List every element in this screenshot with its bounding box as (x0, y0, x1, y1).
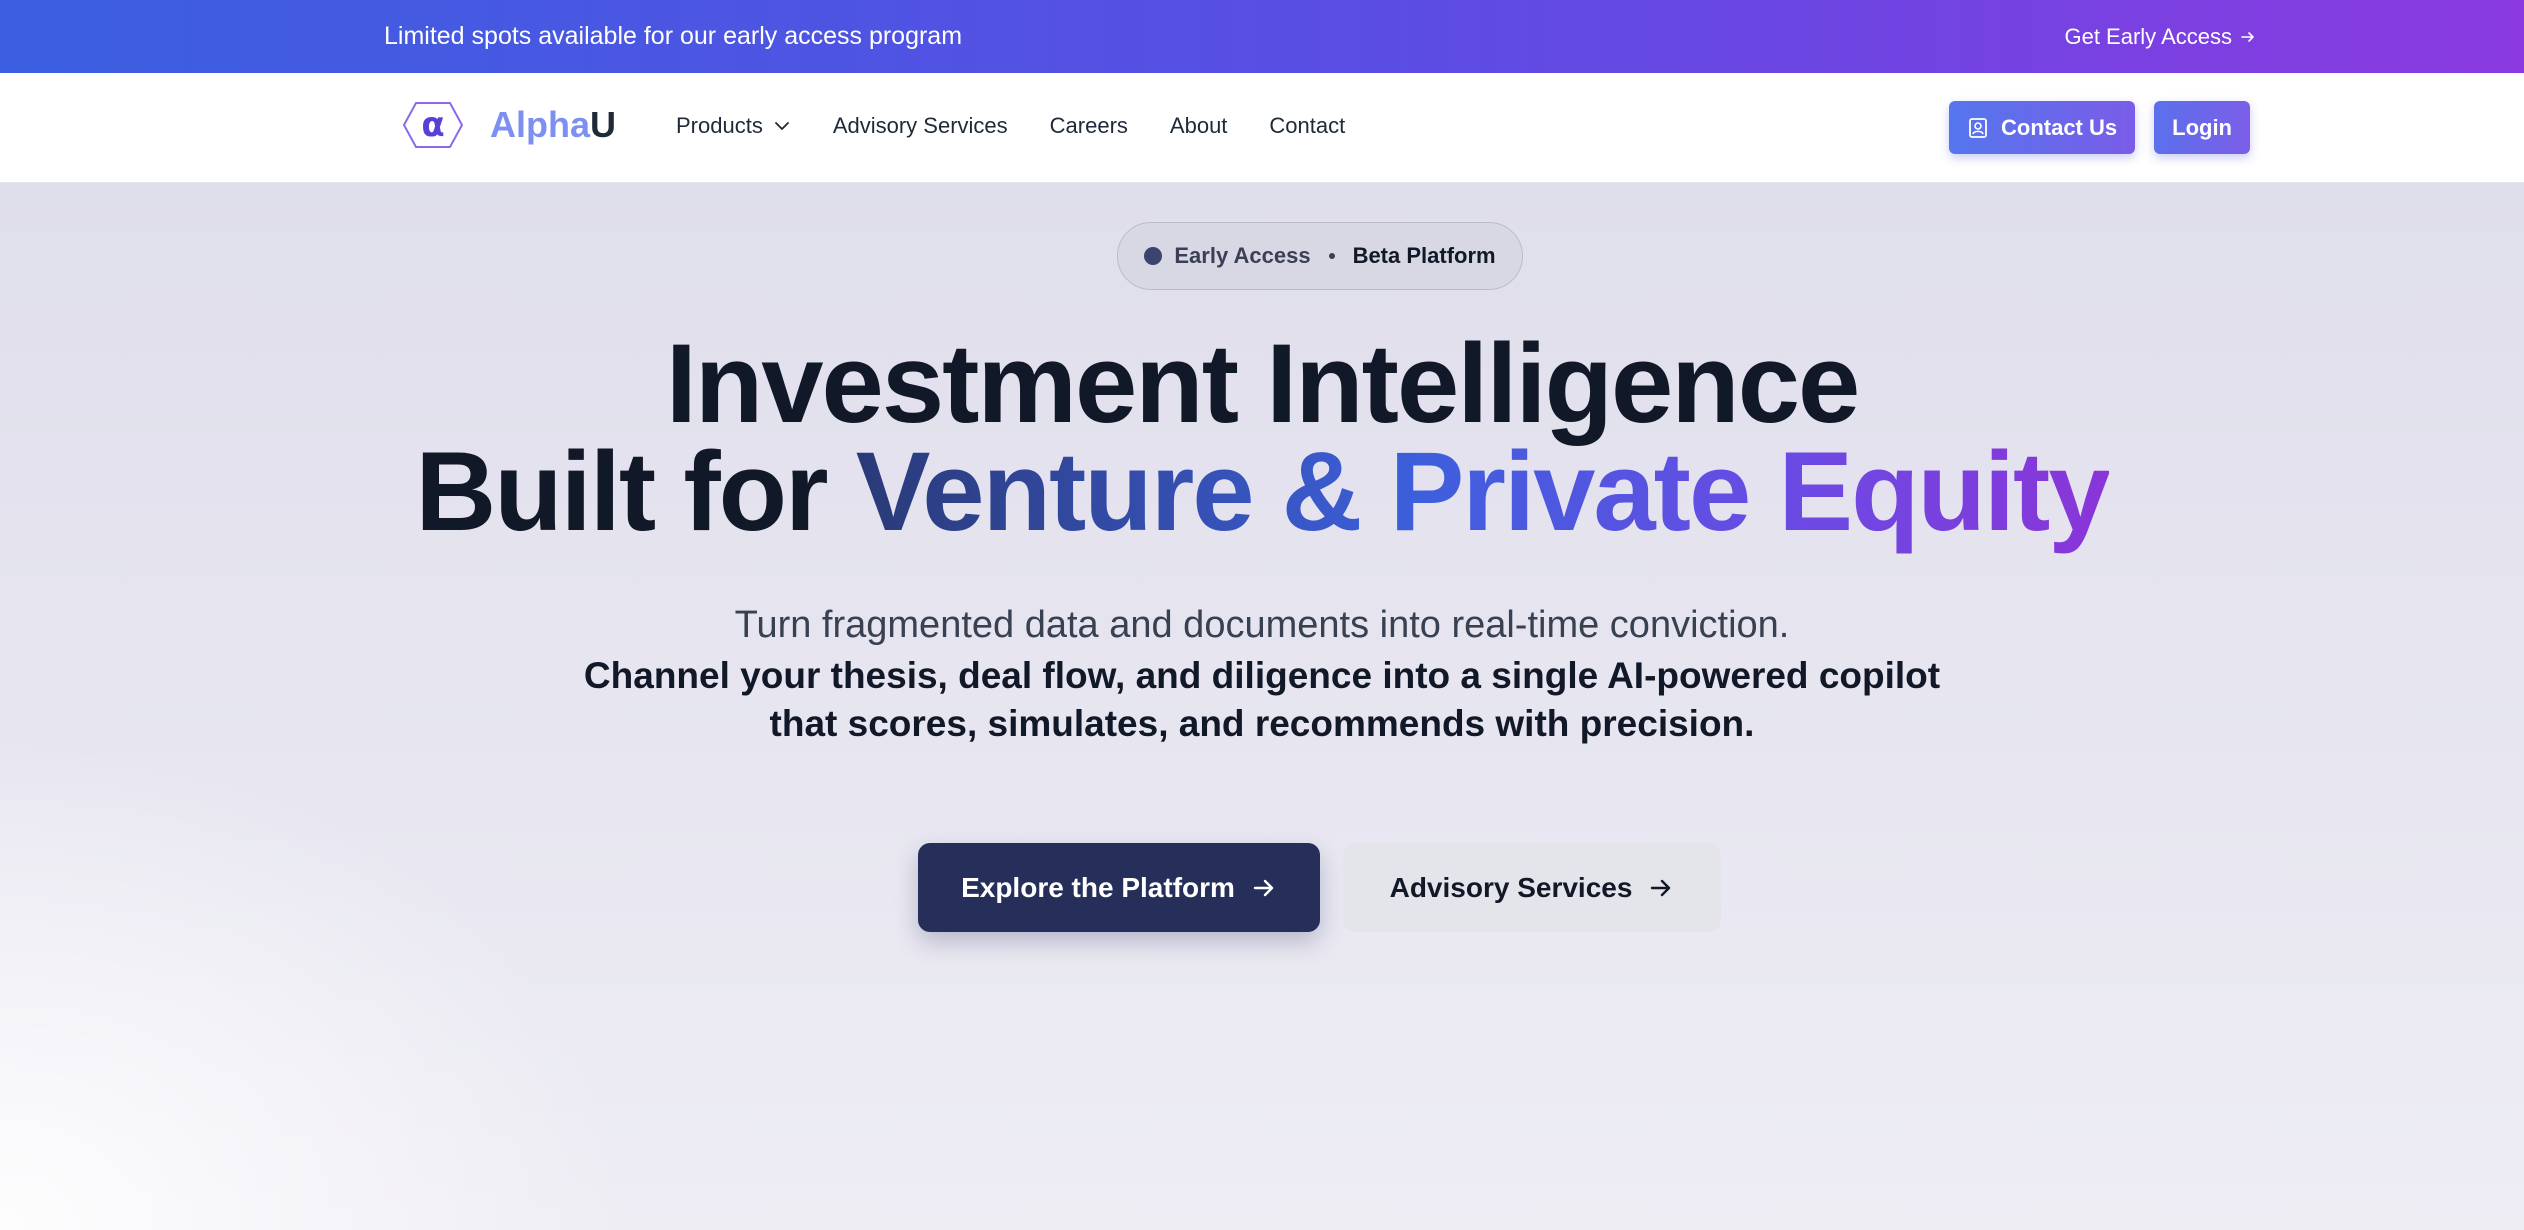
nav-item-about[interactable]: About (1170, 113, 1228, 139)
get-early-access-link[interactable]: Get Early Access (2064, 24, 2256, 50)
badge-separator (1328, 253, 1335, 259)
hero-body-line1: Channel your thesis, deal flow, and dili… (583, 655, 1941, 696)
chevron-down-icon (774, 122, 789, 130)
explore-platform-button[interactable]: Explore the Platform (918, 843, 1320, 932)
advisory-services-button[interactable]: Advisory Services (1343, 843, 1721, 932)
contact-us-button[interactable]: Contact Us (1949, 101, 2136, 154)
nav-item-advisory-services[interactable]: Advisory Services (833, 113, 1008, 139)
nav-products-label: Products (676, 113, 763, 138)
nav-item-careers[interactable]: Careers (1050, 113, 1128, 139)
headline-line1: Investment Intelligence (665, 321, 1861, 446)
hero-body: Channel your thesis, deal flow, and dili… (0, 652, 2524, 748)
get-early-access-label: Get Early Access (2064, 24, 2232, 49)
headline-line2-gradient: Venture & Private Equity (855, 429, 2111, 554)
arrow-right-icon (1253, 879, 1274, 896)
hero-subtitle: Turn fragmented data and documents into … (734, 604, 1790, 646)
brand-name-u: U (590, 104, 617, 145)
badge-beta: Beta Platform (1352, 243, 1496, 268)
early-access-badge: Early Access Beta Platform (1117, 222, 1523, 290)
headline-line2-prefix: Built for (415, 429, 828, 554)
hero-body-line2: that scores, simulates, and recommends w… (769, 703, 1755, 744)
nav-item-products[interactable]: Products (676, 113, 791, 139)
brand-logo[interactable]: α AlphaU (402, 101, 616, 149)
arrow-right-icon (1651, 879, 1671, 896)
brand-name: AlphaU (490, 104, 616, 146)
contact-card-icon (1969, 117, 1987, 138)
brand-name-alpha: Alpha (490, 104, 591, 145)
explore-platform-label: Explore the Platform (961, 871, 1235, 903)
alpha-hexagon-icon: α (402, 101, 464, 149)
advisory-services-label: Advisory Services (1389, 871, 1633, 903)
nav-actions: Contact Us Login (1949, 101, 2250, 154)
nav-item-contact[interactable]: Contact (1269, 113, 1345, 139)
status-dot-icon (1144, 247, 1163, 265)
banner-message: Limited spots available for our early ac… (384, 22, 963, 50)
announcement-banner: Limited spots available for our early ac… (0, 0, 2524, 73)
hero-headline: Investment Intelligence Built for Ventur… (0, 328, 2524, 548)
login-button[interactable]: Login (2154, 101, 2250, 154)
main-navigation: α AlphaU Products Advisory Services Care… (0, 73, 2524, 183)
badge-label: Early Access (1174, 243, 1311, 268)
nav-links: Products Advisory Services Careers About… (676, 113, 1345, 139)
contact-us-label: Contact Us (2001, 114, 2118, 140)
logo-glyph: α (421, 105, 444, 145)
arrow-right-icon (2241, 32, 2254, 42)
